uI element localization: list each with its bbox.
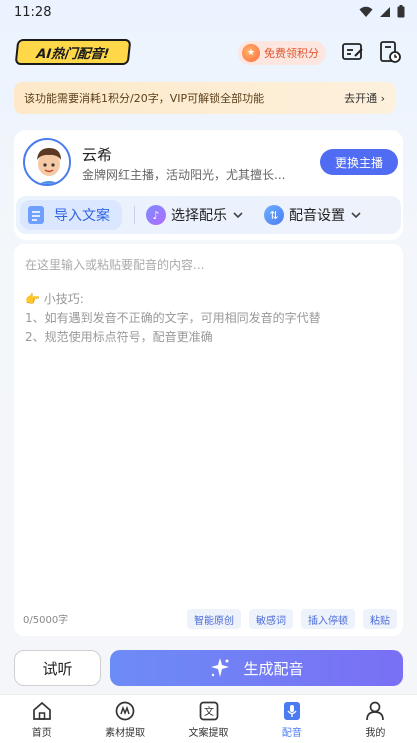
character-count: 0/5000字 xyxy=(23,615,69,626)
voice-settings-tab[interactable]: ⇅ 配音设置 xyxy=(264,200,362,230)
home-icon xyxy=(32,701,51,720)
free-points-button[interactable]: ★ 免费领积分 xyxy=(238,41,326,65)
sensitive-words-button[interactable]: 敏感词 xyxy=(249,609,293,629)
status-bar: 11:28 xyxy=(0,0,417,26)
nav-material[interactable]: 素材提取 xyxy=(83,695,166,743)
sparkle-icon xyxy=(211,658,230,677)
edit-icon[interactable] xyxy=(341,40,365,64)
nav-home[interactable]: 首页 xyxy=(0,695,83,743)
coin-icon: ★ xyxy=(242,44,260,62)
document-icon xyxy=(28,206,44,224)
select-music-label: 选择配乐 xyxy=(171,208,227,224)
history-icon[interactable] xyxy=(378,40,402,64)
bottom-nav: 首页 素材提取 文 文案提取 配音 我的 xyxy=(0,694,417,743)
nav-home-label: 首页 xyxy=(31,728,52,739)
tip-2: 2、规范使用标点符号，配音更准确 xyxy=(25,330,213,344)
paste-button[interactable]: 粘贴 xyxy=(363,609,397,629)
generate-dubbing-label: 生成配音 xyxy=(243,659,304,678)
app-header: AI热门配音! ★ 免费领积分 xyxy=(14,36,403,70)
app-logo: AI热门配音! xyxy=(14,39,132,65)
smart-original-button[interactable]: 智能原创 xyxy=(187,609,241,629)
nav-profile[interactable]: 我的 xyxy=(334,695,417,743)
anchor-avatar xyxy=(23,138,71,186)
editor-tips: 👉 小技巧: 1、如有遇到发音不正确的文字，可用相同发音的字代替 2、规范使用标… xyxy=(25,290,321,347)
battery-icon xyxy=(397,5,405,18)
editor-placeholder: 在这里输入或粘贴要配音的内容... xyxy=(25,258,205,272)
signal-icon xyxy=(380,6,390,17)
wifi-icon xyxy=(359,6,373,17)
nav-text-extract-label: 文案提取 xyxy=(188,728,229,739)
text-icon: 文 xyxy=(199,701,218,721)
dubbing-icon xyxy=(283,702,300,720)
insert-pause-button[interactable]: 插入停顿 xyxy=(301,609,355,629)
function-tabs: 导入文案 ♪ 选择配乐 ⇅ 配音设置 xyxy=(16,196,401,234)
tips-title: 👉 小技巧: xyxy=(25,292,84,306)
settings-icon: ⇅ xyxy=(264,205,284,225)
voice-settings-label: 配音设置 xyxy=(289,208,345,224)
logo-text: AI热门配音! xyxy=(35,46,110,62)
nav-material-label: 素材提取 xyxy=(105,728,146,739)
system-icons xyxy=(359,5,405,18)
svg-text:文: 文 xyxy=(204,705,214,718)
generate-dubbing-button[interactable]: 生成配音 xyxy=(110,650,403,686)
tip-1: 1、如有遇到发音不正确的文字，可用相同发音的字代替 xyxy=(25,311,321,325)
notice-text: 该功能需要消耗1积分/20字，VIP可解锁全部功能 xyxy=(24,92,265,105)
free-points-label: 免费领积分 xyxy=(264,47,319,60)
import-text-label: 导入文案 xyxy=(54,208,110,224)
editor-tools: 智能原创 敏感词 插入停顿 粘贴 xyxy=(187,609,397,629)
open-vip-link[interactable]: 去开通 › xyxy=(344,90,385,106)
material-icon xyxy=(115,701,135,721)
chevron-down-icon xyxy=(233,212,243,219)
import-text-tab[interactable]: 导入文案 xyxy=(20,200,122,230)
chevron-down-icon xyxy=(351,212,361,219)
nav-profile-label: 我的 xyxy=(365,728,386,739)
text-editor[interactable]: 在这里输入或粘贴要配音的内容... 👉 小技巧: 1、如有遇到发音不正确的文字，… xyxy=(14,244,403,636)
anchor-name: 云希 xyxy=(82,146,113,164)
anchor-description: 金牌网红主播，活动阳光，尤其擅长... xyxy=(82,168,286,182)
swap-anchor-button[interactable]: 更换主播 xyxy=(320,149,398,175)
status-time: 11:28 xyxy=(14,5,52,20)
music-icon: ♪ xyxy=(146,205,166,225)
vip-notice-banner[interactable]: 该功能需要消耗1积分/20字，VIP可解锁全部功能 去开通 › xyxy=(14,82,395,114)
avatar-illustration xyxy=(25,140,69,184)
nav-text-extract[interactable]: 文 文案提取 xyxy=(167,695,250,743)
tab-divider xyxy=(134,206,135,224)
nav-dubbing[interactable]: 配音 xyxy=(250,695,333,743)
select-music-tab[interactable]: ♪ 选择配乐 xyxy=(146,200,244,230)
profile-icon xyxy=(366,701,385,721)
nav-dubbing-label: 配音 xyxy=(281,728,302,739)
listen-button[interactable]: 试听 xyxy=(14,650,101,686)
